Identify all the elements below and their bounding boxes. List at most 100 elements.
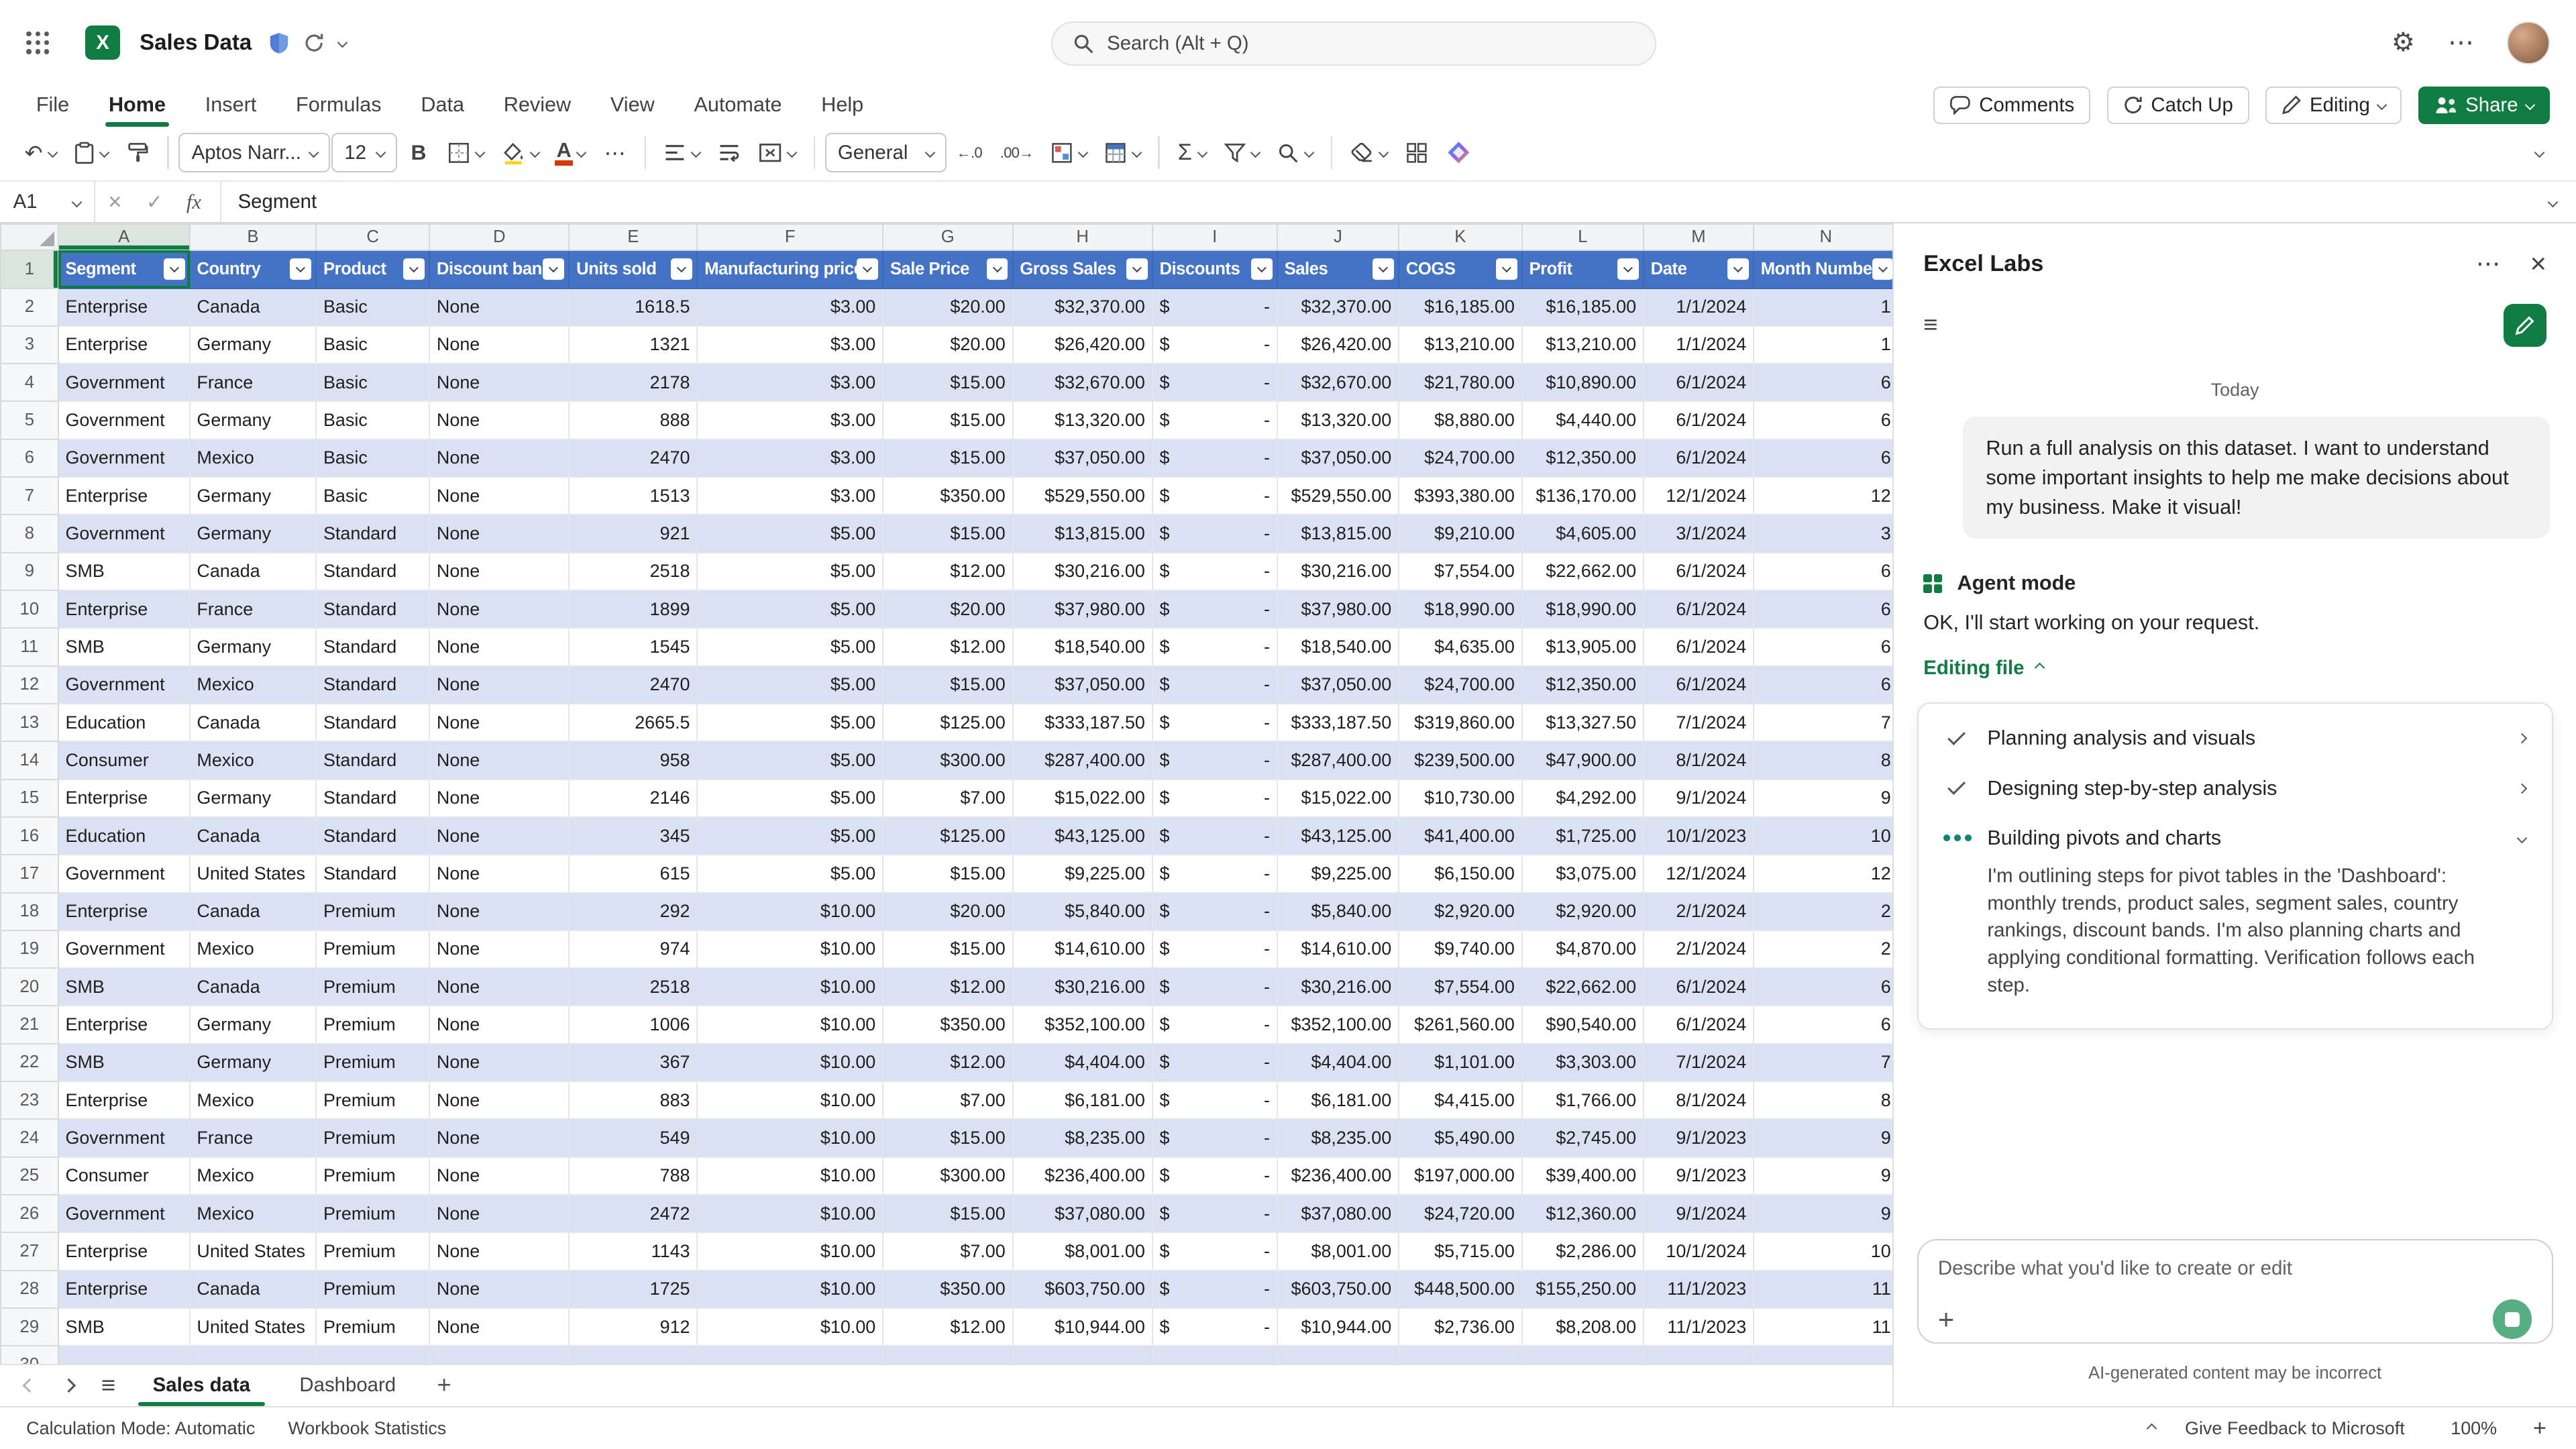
cell-M26[interactable]: 9/1/2024 xyxy=(1644,1195,1754,1232)
cell-C1[interactable]: Product xyxy=(316,250,429,288)
filter-button[interactable] xyxy=(671,258,692,280)
cell-M18[interactable]: 2/1/2024 xyxy=(1644,893,1754,930)
cell-D3[interactable]: None xyxy=(429,326,569,364)
cell-E30[interactable] xyxy=(569,1346,697,1363)
cell-J8[interactable]: $13,815.00 xyxy=(1277,515,1399,552)
row-header-26[interactable]: 26 xyxy=(1,1195,58,1232)
cell-D19[interactable]: None xyxy=(429,930,569,968)
cell-E16[interactable]: 345 xyxy=(569,817,697,855)
cell-E13[interactable]: 2665.5 xyxy=(569,704,697,741)
cell-B5[interactable]: Germany xyxy=(190,401,317,439)
cell-C4[interactable]: Basic xyxy=(316,364,429,401)
cell-L3[interactable]: $13,210.00 xyxy=(1522,326,1644,364)
cell-H18[interactable]: $5,840.00 xyxy=(1013,893,1152,930)
cell-I28[interactable]: $- xyxy=(1152,1271,1277,1308)
filter-button[interactable] xyxy=(1727,258,1749,280)
editing-mode-button[interactable]: Editing xyxy=(2265,87,2402,124)
cell-L11[interactable]: $13,905.00 xyxy=(1522,628,1644,665)
cell-A4[interactable]: Government xyxy=(58,364,190,401)
cell-J2[interactable]: $32,370.00 xyxy=(1277,288,1399,326)
cell-K5[interactable]: $8,880.00 xyxy=(1399,401,1522,439)
decrease-decimal-button[interactable]: ←.0 xyxy=(948,131,990,174)
cell-K6[interactable]: $24,700.00 xyxy=(1399,439,1522,477)
cell-B24[interactable]: France xyxy=(190,1119,317,1157)
cell-B29[interactable]: United States xyxy=(190,1308,317,1346)
cell-B15[interactable]: Germany xyxy=(190,780,317,817)
cell-M27[interactable]: 10/1/2024 xyxy=(1644,1232,1754,1270)
cell-A23[interactable]: Enterprise xyxy=(58,1081,190,1119)
cell-H29[interactable]: $10,944.00 xyxy=(1013,1308,1152,1346)
cell-F12[interactable]: $5.00 xyxy=(697,666,883,704)
cell-I9[interactable]: $- xyxy=(1152,553,1277,590)
cell-I17[interactable]: $- xyxy=(1152,855,1277,892)
cell-B26[interactable]: Mexico xyxy=(190,1195,317,1232)
cell-A18[interactable]: Enterprise xyxy=(58,893,190,930)
cell-A10[interactable]: Enterprise xyxy=(58,590,190,628)
cell-K27[interactable]: $5,715.00 xyxy=(1399,1232,1522,1270)
cell-M15[interactable]: 9/1/2024 xyxy=(1644,780,1754,817)
cell-G7[interactable]: $350.00 xyxy=(883,477,1012,515)
more-font-options-button[interactable]: ⋯ xyxy=(595,131,635,174)
cell-N22[interactable]: 7 xyxy=(1754,1044,1892,1081)
cell-C29[interactable]: Premium xyxy=(316,1308,429,1346)
insert-function-icon[interactable]: fx xyxy=(174,191,214,214)
cell-N23[interactable]: 8 xyxy=(1754,1081,1892,1119)
cell-C5[interactable]: Basic xyxy=(316,401,429,439)
cell-M4[interactable]: 6/1/2024 xyxy=(1644,364,1754,401)
cell-B25[interactable]: Mexico xyxy=(190,1157,317,1195)
column-header-B[interactable]: B xyxy=(190,224,317,250)
filter-button[interactable] xyxy=(1496,258,1517,280)
cell-H5[interactable]: $13,320.00 xyxy=(1013,401,1152,439)
format-painter-button[interactable] xyxy=(118,131,158,174)
cell-C22[interactable]: Premium xyxy=(316,1044,429,1081)
cell-L16[interactable]: $1,725.00 xyxy=(1522,817,1644,855)
cell-E29[interactable]: 912 xyxy=(569,1308,697,1346)
cell-D2[interactable]: None xyxy=(429,288,569,326)
cell-H12[interactable]: $37,050.00 xyxy=(1013,666,1152,704)
cell-L6[interactable]: $12,350.00 xyxy=(1522,439,1644,477)
cell-C11[interactable]: Standard xyxy=(316,628,429,665)
cell-C18[interactable]: Premium xyxy=(316,893,429,930)
cell-B18[interactable]: Canada xyxy=(190,893,317,930)
row-header-16[interactable]: 16 xyxy=(1,817,58,855)
cell-B8[interactable]: Germany xyxy=(190,515,317,552)
cell-J23[interactable]: $6,181.00 xyxy=(1277,1081,1399,1119)
cell-C17[interactable]: Standard xyxy=(316,855,429,892)
conditional-formatting-button[interactable] xyxy=(1043,131,1095,174)
cell-C23[interactable]: Premium xyxy=(316,1081,429,1119)
cell-C21[interactable]: Premium xyxy=(316,1006,429,1043)
cell-H14[interactable]: $287,400.00 xyxy=(1013,741,1152,779)
cell-K29[interactable]: $2,736.00 xyxy=(1399,1308,1522,1346)
row-header-10[interactable]: 10 xyxy=(1,590,58,628)
cell-G9[interactable]: $12.00 xyxy=(883,553,1012,590)
cell-J20[interactable]: $30,216.00 xyxy=(1277,968,1399,1006)
cell-J3[interactable]: $26,420.00 xyxy=(1277,326,1399,364)
cell-M3[interactable]: 1/1/2024 xyxy=(1644,326,1754,364)
cell-G22[interactable]: $12.00 xyxy=(883,1044,1012,1081)
cell-N21[interactable]: 6 xyxy=(1754,1006,1892,1043)
cell-F20[interactable]: $10.00 xyxy=(697,968,883,1006)
cell-K28[interactable]: $448,500.00 xyxy=(1399,1271,1522,1308)
cell-A29[interactable]: SMB xyxy=(58,1308,190,1346)
cell-M16[interactable]: 10/1/2023 xyxy=(1644,817,1754,855)
cell-F28[interactable]: $10.00 xyxy=(697,1271,883,1308)
cell-K13[interactable]: $319,860.00 xyxy=(1399,704,1522,741)
row-header-24[interactable]: 24 xyxy=(1,1119,58,1157)
filter-button[interactable] xyxy=(1872,258,1893,280)
cell-E14[interactable]: 958 xyxy=(569,741,697,779)
cell-D21[interactable]: None xyxy=(429,1006,569,1043)
cell-A2[interactable]: Enterprise xyxy=(58,288,190,326)
cell-E24[interactable]: 549 xyxy=(569,1119,697,1157)
status-expand-icon[interactable] xyxy=(2147,1423,2157,1434)
cell-E15[interactable]: 2146 xyxy=(569,780,697,817)
cell-M24[interactable]: 9/1/2023 xyxy=(1644,1119,1754,1157)
cell-B4[interactable]: France xyxy=(190,364,317,401)
cell-M9[interactable]: 6/1/2024 xyxy=(1644,553,1754,590)
cell-I16[interactable]: $- xyxy=(1152,817,1277,855)
cell-A15[interactable]: Enterprise xyxy=(58,780,190,817)
cell-I14[interactable]: $- xyxy=(1152,741,1277,779)
menu-tab-formulas[interactable]: Formulas xyxy=(276,85,401,125)
cell-G10[interactable]: $20.00 xyxy=(883,590,1012,628)
column-header-D[interactable]: D xyxy=(429,224,569,250)
cell-A20[interactable]: SMB xyxy=(58,968,190,1006)
